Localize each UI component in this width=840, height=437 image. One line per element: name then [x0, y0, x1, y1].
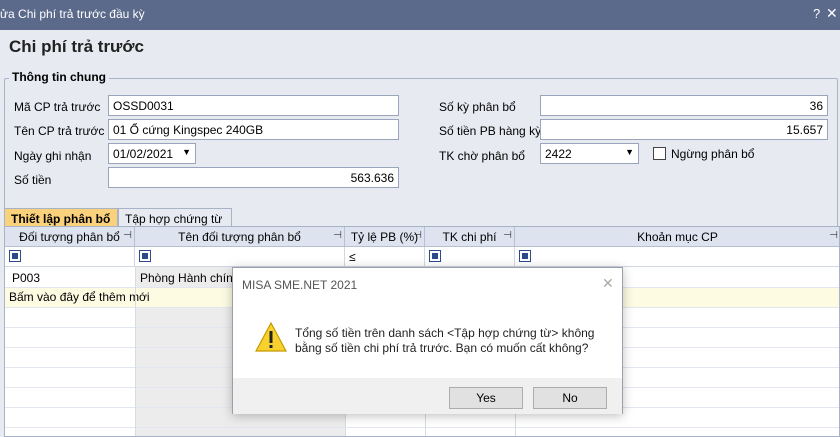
ngung-phan-bo-checkbox[interactable]	[653, 147, 666, 160]
column-header-tk-chi-phi[interactable]: TK chi phí ⊣	[425, 227, 515, 247]
warning-icon	[255, 322, 287, 352]
row-divider	[5, 427, 839, 428]
pin-icon[interactable]: ⊣	[123, 230, 132, 241]
dialog-message: Tổng số tiền trên danh sách <Tập hợp chứ…	[295, 326, 605, 356]
tk-cho-value: 2422	[545, 147, 572, 161]
tab-tap-hop-chung-tu[interactable]: Tập hợp chứng từ	[118, 208, 232, 228]
column-header-label: Đối tượng phân bổ	[19, 230, 120, 244]
chevron-down-icon[interactable]: ▼	[182, 147, 191, 157]
pin-icon[interactable]: ⊣	[413, 230, 422, 241]
pin-icon[interactable]: ⊣	[333, 230, 342, 241]
column-header-label: Khoản mục CP	[637, 230, 718, 244]
filter-ten-doi-tuong[interactable]	[135, 247, 345, 267]
so-tien-pb-label: Số tiền PB hàng kỳ	[439, 124, 542, 138]
filter-icon[interactable]	[429, 250, 441, 262]
confirm-dialog: MISA SME.NET 2021 ✕ Tổng số tiền trên da…	[232, 267, 623, 414]
filter-khoan-muc[interactable]	[515, 247, 839, 267]
ngay-ghi-nhan-picker[interactable]: 01/02/2021 ▼	[108, 143, 196, 164]
dialog-message-line: Tổng số tiền trên danh sách <Tập hợp chứ…	[295, 326, 595, 340]
yes-button[interactable]: Yes	[449, 387, 523, 409]
general-info-legend: Thông tin chung	[9, 70, 109, 84]
filter-operator[interactable]: ≤	[349, 250, 356, 264]
ma-cp-input[interactable]: OSSD0031	[108, 95, 399, 116]
filter-icon[interactable]	[139, 250, 151, 262]
ten-cp-label: Tên CP trả trước	[14, 124, 105, 138]
pin-icon[interactable]: ⊣	[829, 230, 838, 241]
column-header-label: Tỷ lệ PB (%)	[350, 230, 419, 244]
pin-icon[interactable]: ⊣	[503, 230, 512, 241]
ngay-ghi-nhan-value: 01/02/2021	[113, 147, 174, 161]
ngay-ghi-nhan-label: Ngày ghi nhận	[14, 149, 92, 163]
row-code[interactable]: P003	[12, 271, 40, 285]
ngung-phan-bo-label: Ngừng phân bổ	[671, 147, 755, 161]
so-ky-label: Số kỳ phân bổ	[439, 100, 516, 114]
chevron-down-icon[interactable]: ▼	[625, 147, 634, 157]
column-divider	[135, 267, 136, 436]
close-icon[interactable]: ✕	[602, 275, 614, 292]
dialog-footer: Yes No	[233, 378, 622, 414]
column-header-ty-le[interactable]: Tỷ lệ PB (%) ⊣	[345, 227, 425, 247]
filter-doi-tuong[interactable]	[5, 247, 135, 267]
filter-tk-chi-phi[interactable]	[425, 247, 515, 267]
so-tien-label: Số tiền	[14, 173, 52, 187]
dialog-title: MISA SME.NET 2021	[242, 278, 358, 292]
ma-cp-label: Mã CP trả trước	[14, 100, 101, 114]
help-icon[interactable]: ?	[813, 6, 820, 21]
window-titlebar: ửa Chi phí trả trước đầu kỳ ? ✕	[0, 0, 840, 30]
so-ky-input[interactable]: 36	[540, 95, 828, 116]
filter-icon[interactable]	[519, 250, 531, 262]
filter-ty-le[interactable]: ≤	[345, 247, 425, 267]
column-header-ten-doi-tuong[interactable]: Tên đối tượng phân bổ ⊣	[135, 227, 345, 247]
window-title: ửa Chi phí trả trước đầu kỳ	[0, 7, 145, 21]
tk-cho-label: TK chờ phân bổ	[439, 149, 525, 163]
column-header-label: Tên đối tượng phân bổ	[178, 230, 301, 244]
column-header-doi-tuong[interactable]: Đối tượng phân bổ ⊣	[5, 227, 135, 247]
no-button[interactable]: No	[533, 387, 607, 409]
add-row-label: Bấm vào đây để thêm mới	[9, 290, 150, 304]
close-icon[interactable]: ✕	[826, 5, 838, 22]
tk-cho-select[interactable]: 2422 ▼	[540, 143, 639, 164]
column-header-label: TK chi phí	[442, 230, 497, 244]
dialog-message-line: bằng số tiền chi phí trả trước. Bạn có m…	[295, 341, 589, 355]
page-title: Chi phí trả trước	[9, 37, 144, 56]
tab-thiet-lap-phan-bo[interactable]: Thiết lập phân bổ	[4, 208, 118, 228]
row-name: Phòng Hành chính	[140, 271, 240, 285]
so-tien-pb-input[interactable]: 15.657	[540, 119, 828, 140]
ten-cp-input[interactable]: 01 Ổ cứng Kingspec 240GB	[108, 119, 399, 140]
filter-icon[interactable]	[9, 250, 21, 262]
column-header-khoan-muc[interactable]: Khoản mục CP ⊣	[515, 227, 839, 247]
so-tien-input[interactable]: 563.636	[108, 167, 399, 188]
